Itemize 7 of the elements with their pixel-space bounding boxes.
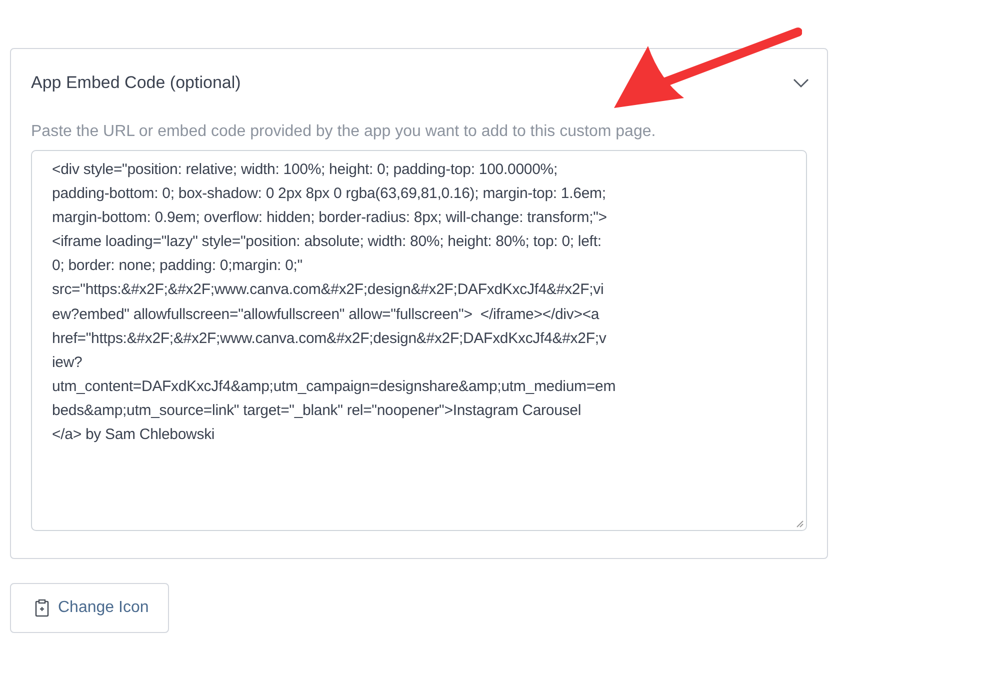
embed-code-field[interactable]: <div style="position: relative; width: 100%; height: 0; padding-top: 100.0000%; padding-bottom: 0; box-shadow: 0 2px 8px 0 rgba(63,69,81,0.16); margin-top: 1.6em; margin-bottom: 0.9em; overflow: hidden; border-radius: 8px; will-change: transform;"> <iframe loading="lazy" style="position: absolute; width: 80%; height: 80%; top: 0; left: 0; border: none; padding: 0;margin: 0;" src="https:&#x2F;&#x2F;www.canva.com&#x2F;design&#x2F;DAFxdKxcJf4&#x2F;vi ew?embed" allowfullscreen="allowfullscreen" allow="fullscreen"> </iframe></div><a href="https:&#x2F;&#x2F;www.canva.com&#x2F;design&#x2F;DAFxdKxcJf4&#x2F;v iew? utm_content=DAFxdKxcJf4&amp;utm_campaign=designshare&amp;utm_medium=em beds&amp;utm_source=link" target="_blank" rel="noopener">Instagram Carousel </a> by Sam Chlebowski bbox=[31, 150, 807, 531]
field-hint: Paste the URL or embed code provided by the app you want to add to this custom page. bbox=[31, 123, 656, 141]
resize-grip-icon[interactable] bbox=[795, 519, 804, 528]
panel-title: App Embed Code (optional) bbox=[31, 73, 241, 93]
change-icon-button[interactable]: Change Icon bbox=[10, 583, 169, 633]
clipboard-icon bbox=[35, 599, 49, 617]
chevron-icon[interactable] bbox=[793, 78, 809, 88]
